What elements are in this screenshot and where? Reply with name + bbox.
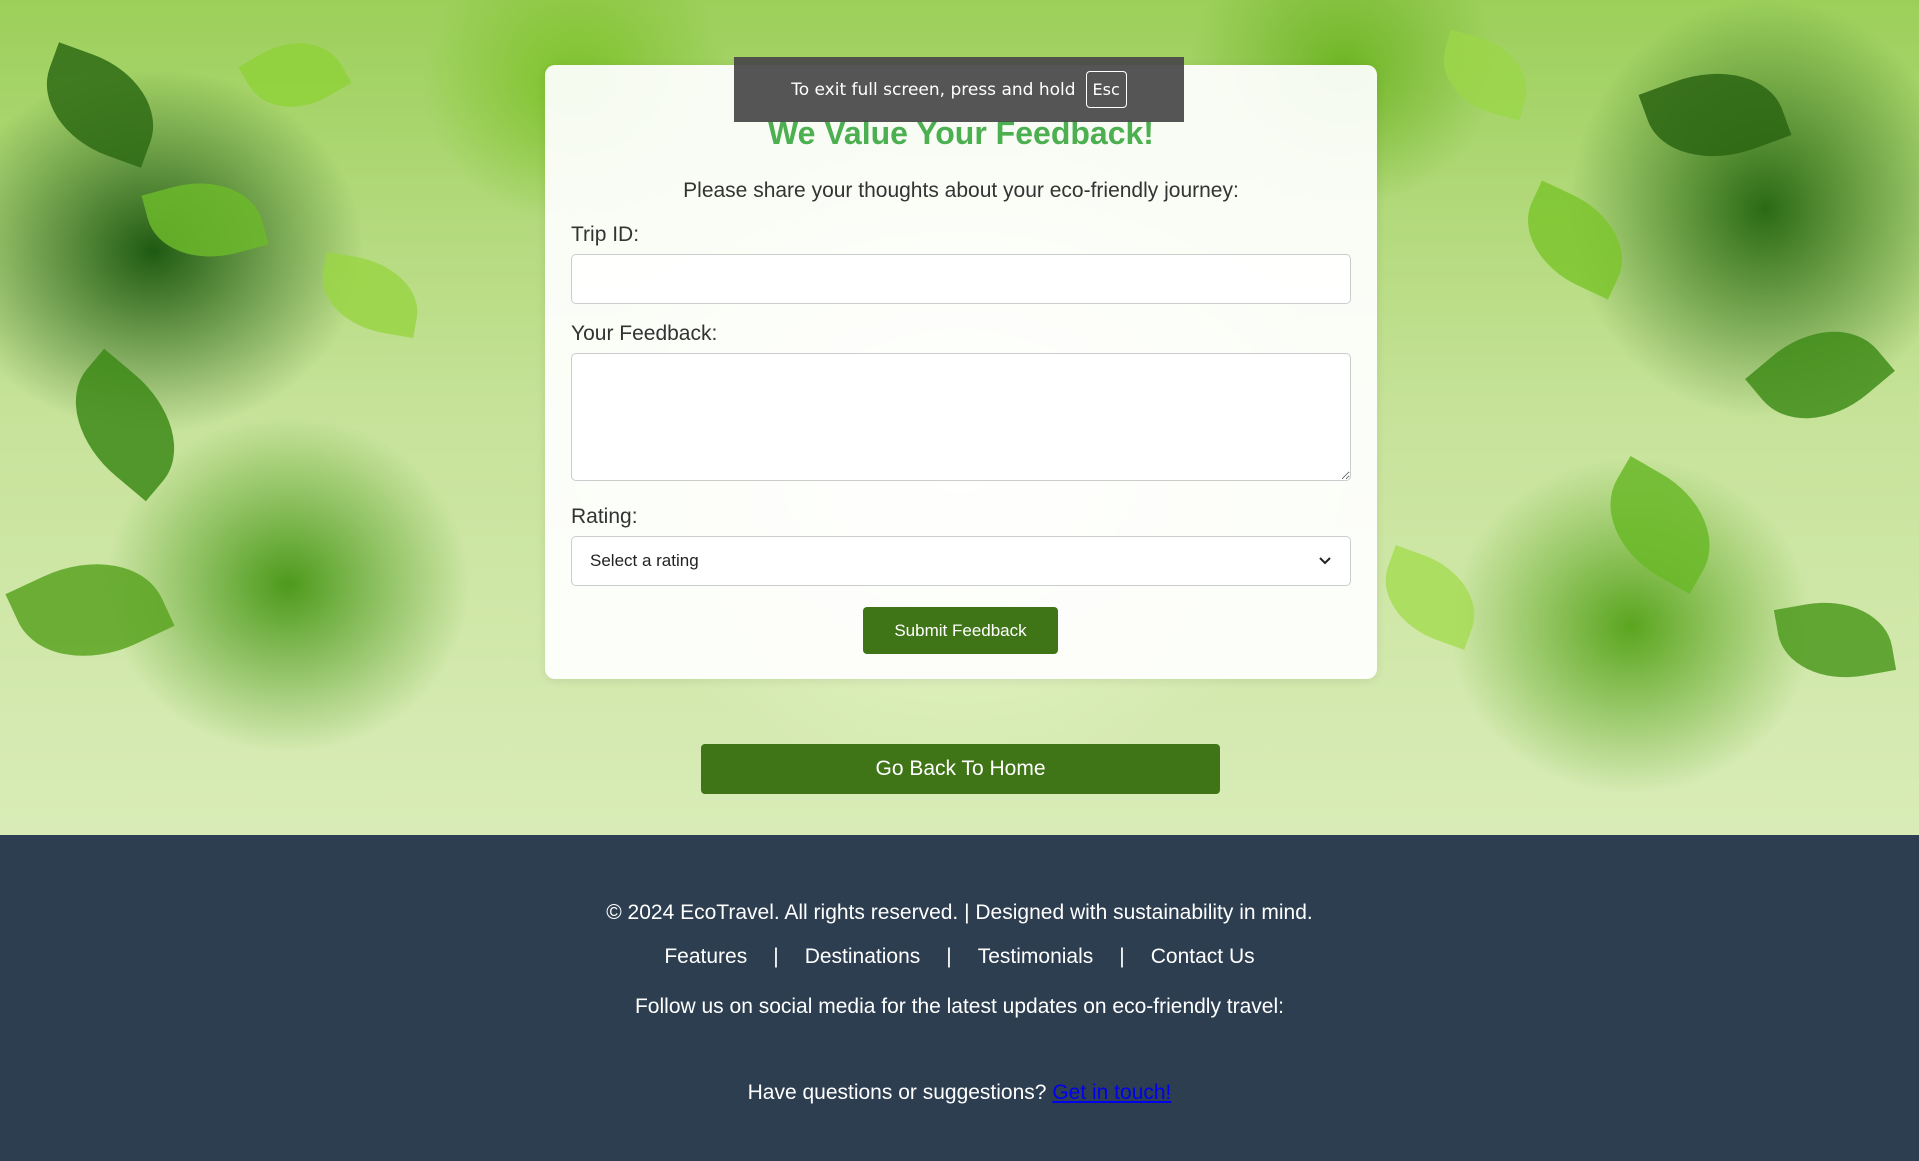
footer-separator: |: [946, 945, 952, 968]
submit-feedback-button[interactable]: Submit Feedback: [863, 607, 1058, 654]
footer-separator: |: [773, 945, 779, 968]
rating-label: Rating:: [571, 505, 638, 528]
leaf-decoration: [1585, 456, 1735, 594]
feedback-intro: Please share your thoughts about your ec…: [683, 179, 1239, 202]
footer-contact: Have questions or suggestions? Get in to…: [0, 1081, 1919, 1105]
footer-link-features[interactable]: Features: [664, 945, 747, 969]
esc-key-badge: Esc: [1085, 71, 1127, 108]
feedback-card: We Value Your Feedback! Please share you…: [545, 65, 1377, 679]
leaf-decoration: [1638, 50, 1792, 180]
feedback-label: Your Feedback:: [571, 322, 718, 345]
chevron-down-icon: [1318, 553, 1332, 569]
leaf-decoration: [5, 535, 175, 685]
footer-copyright: © 2024 EcoTravel. All rights reserved. |…: [606, 901, 1313, 924]
leaf-decoration: [46, 348, 204, 502]
fullscreen-notice-text: To exit full screen, press and hold: [791, 79, 1076, 100]
footer-link-contact-us[interactable]: Contact Us: [1151, 945, 1255, 969]
footer-link-testimonials[interactable]: Testimonials: [978, 945, 1094, 969]
footer-nav: Features | Destinations | Testimonials |…: [0, 945, 1919, 969]
leaf-decoration: [1370, 545, 1490, 650]
footer-social-text: Follow us on social media for the latest…: [634, 995, 1284, 1018]
leaf-decoration: [141, 167, 269, 273]
feedback-textarea[interactable]: [571, 353, 1351, 481]
go-back-home-button[interactable]: Go Back To Home: [701, 744, 1220, 794]
trip-id-input[interactable]: [571, 254, 1351, 304]
get-in-touch-link[interactable]: Get in touch!: [1052, 1081, 1171, 1104]
rating-select[interactable]: Select a rating: [571, 536, 1351, 586]
leaf-decoration: [238, 22, 352, 128]
leaf-decoration: [28, 42, 172, 168]
leaf-decoration: [314, 251, 426, 339]
footer-link-destinations[interactable]: Destinations: [805, 945, 921, 969]
trip-id-label: Trip ID:: [571, 223, 640, 246]
leaf-decoration: [1773, 591, 1897, 689]
footer: © 2024 EcoTravel. All rights reserved. |…: [0, 835, 1919, 1161]
fullscreen-notice: To exit full screen, press and hold Esc: [734, 57, 1184, 122]
rating-selected-value: Select a rating: [590, 551, 699, 570]
footer-contact-text: Have questions or suggestions?: [747, 1081, 1047, 1104]
leaf-decoration: [1432, 29, 1538, 121]
leaf-decoration: [1508, 180, 1642, 300]
leaf-decoration: [1745, 301, 1895, 449]
footer-separator: |: [1119, 945, 1125, 968]
